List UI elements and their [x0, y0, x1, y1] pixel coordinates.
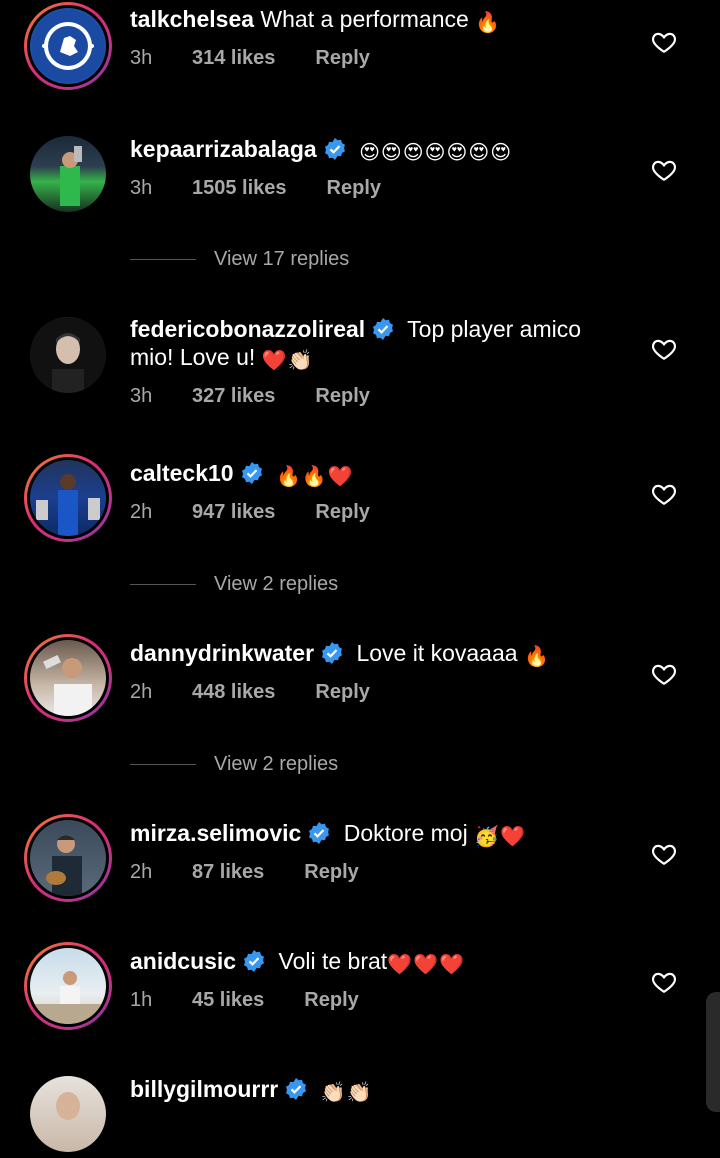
reply-button[interactable]: Reply: [315, 385, 369, 408]
heart-eyes-emoji: 😍: [359, 142, 380, 164]
fire-emoji: 🔥: [523, 646, 549, 668]
heart-icon[interactable]: [651, 157, 677, 183]
comment-username[interactable]: calteck10: [130, 460, 234, 486]
avatar[interactable]: [24, 130, 112, 218]
view-replies-button[interactable]: View 17 replies: [130, 248, 349, 271]
comment-likes[interactable]: 314 likes: [192, 47, 275, 70]
user-photo: [36, 474, 100, 536]
avatar[interactable]: [24, 454, 112, 542]
heart-icon[interactable]: [651, 481, 677, 507]
view-replies-label: View 2 replies: [214, 573, 339, 595]
heart-eyes-emoji: 😍: [402, 142, 424, 164]
heart-eyes-emoji: 😍: [446, 142, 468, 164]
comment-text: Voli te brat: [278, 948, 388, 974]
comment-time: 2h: [130, 681, 153, 703]
view-replies-button[interactable]: View 2 replies: [130, 573, 338, 596]
user-photo: [46, 835, 82, 896]
reply-button[interactable]: Reply: [315, 47, 369, 70]
fire-emoji: 🔥: [275, 466, 301, 488]
reply-button[interactable]: Reply: [327, 177, 381, 200]
red-heart-emoji: ❤️: [499, 826, 525, 848]
scroll-handle[interactable]: [706, 992, 720, 1112]
comment-likes[interactable]: 45 likes: [192, 989, 264, 1012]
avatar[interactable]: [24, 814, 112, 902]
divider: [130, 584, 196, 585]
red-heart-emoji: ❤️: [327, 466, 353, 488]
divider: [130, 259, 196, 260]
user-photo: [30, 971, 106, 1024]
avatar[interactable]: [24, 2, 112, 90]
verified-badge-icon: [322, 642, 343, 664]
view-replies-label: View 17 replies: [214, 248, 350, 270]
clap-emoji: 👏🏻: [287, 350, 313, 372]
verified-badge-icon: [286, 1078, 307, 1100]
user-photo: [56, 1092, 80, 1120]
reply-button[interactable]: Reply: [304, 861, 358, 884]
chelsea-crest-icon: [32, 10, 104, 82]
heart-icon[interactable]: [651, 661, 677, 687]
comment-username[interactable]: anidcusic: [130, 948, 236, 974]
comment-username[interactable]: federicobonazzolireal: [130, 316, 365, 342]
avatar[interactable]: [24, 311, 112, 399]
heart-icon[interactable]: [651, 29, 677, 55]
heart-eyes-emoji: 😍: [380, 142, 402, 164]
red-heart-emoji: ❤️: [387, 954, 413, 976]
reply-button[interactable]: Reply: [315, 501, 369, 524]
comment-username[interactable]: billygilmourrr: [130, 1076, 278, 1102]
heart-eyes-emoji: 😍: [424, 142, 446, 164]
fire-emoji: 🔥: [301, 466, 327, 488]
comment-time: 2h: [130, 861, 153, 883]
clap-emoji: 👏🏻: [346, 1082, 372, 1104]
heart-icon[interactable]: [651, 969, 677, 995]
comment-text: Top player amico: [407, 316, 582, 342]
heart-icon[interactable]: [651, 841, 677, 867]
user-photo: [30, 317, 106, 393]
view-replies-button[interactable]: View 2 replies: [130, 753, 338, 776]
heart-icon[interactable]: [651, 336, 677, 362]
heart-eyes-emoji: 😍: [490, 142, 512, 164]
comment-username[interactable]: mirza.selimovic: [130, 820, 301, 846]
comment-time: 2h: [130, 501, 153, 523]
comment-likes[interactable]: 947 likes: [192, 501, 275, 524]
comment-likes[interactable]: 327 likes: [192, 385, 275, 408]
verified-badge-icon: [244, 950, 265, 972]
user-photo: [60, 146, 82, 206]
comment-time: 1h: [130, 989, 153, 1011]
red-heart-emoji: ❤️: [261, 350, 287, 372]
comment-text: What a performance: [260, 6, 469, 32]
verified-badge-icon: [373, 318, 394, 340]
comment-time: 3h: [130, 177, 153, 199]
comment-username[interactable]: kepaarrizabalaga: [130, 136, 317, 162]
avatar[interactable]: [24, 634, 112, 722]
verified-badge-icon: [309, 822, 330, 844]
view-replies-label: View 2 replies: [214, 753, 339, 775]
comment-likes[interactable]: 1505 likes: [192, 177, 287, 200]
reply-button[interactable]: Reply: [304, 989, 358, 1012]
avatar[interactable]: [24, 942, 112, 1030]
red-heart-emoji: ❤️: [439, 954, 464, 976]
party-face-emoji: 🥳: [474, 826, 499, 848]
clap-emoji: 👏🏻: [320, 1082, 346, 1104]
comment-time: 3h: [130, 47, 153, 69]
comment-likes[interactable]: 448 likes: [192, 681, 275, 704]
reply-button[interactable]: Reply: [315, 681, 369, 704]
comment-username[interactable]: dannydrinkwater: [130, 640, 314, 666]
divider: [130, 764, 196, 765]
avatar[interactable]: [24, 1070, 112, 1158]
verified-badge-icon: [324, 138, 345, 160]
user-photo: [43, 654, 92, 716]
fire-emoji: 🔥: [475, 12, 501, 34]
comment-time: 3h: [130, 385, 153, 407]
verified-badge-icon: [241, 462, 262, 484]
comment-text-continued: mio! Love u!: [130, 344, 256, 370]
comment-text: Love it kovaaaa: [356, 640, 518, 666]
comment-text: Doktore moj: [343, 820, 468, 846]
heart-eyes-emoji: 😍: [468, 142, 490, 164]
comment-likes[interactable]: 87 likes: [192, 861, 264, 884]
comment-username[interactable]: talkchelsea: [130, 6, 254, 32]
red-heart-emoji: ❤️: [413, 954, 438, 976]
